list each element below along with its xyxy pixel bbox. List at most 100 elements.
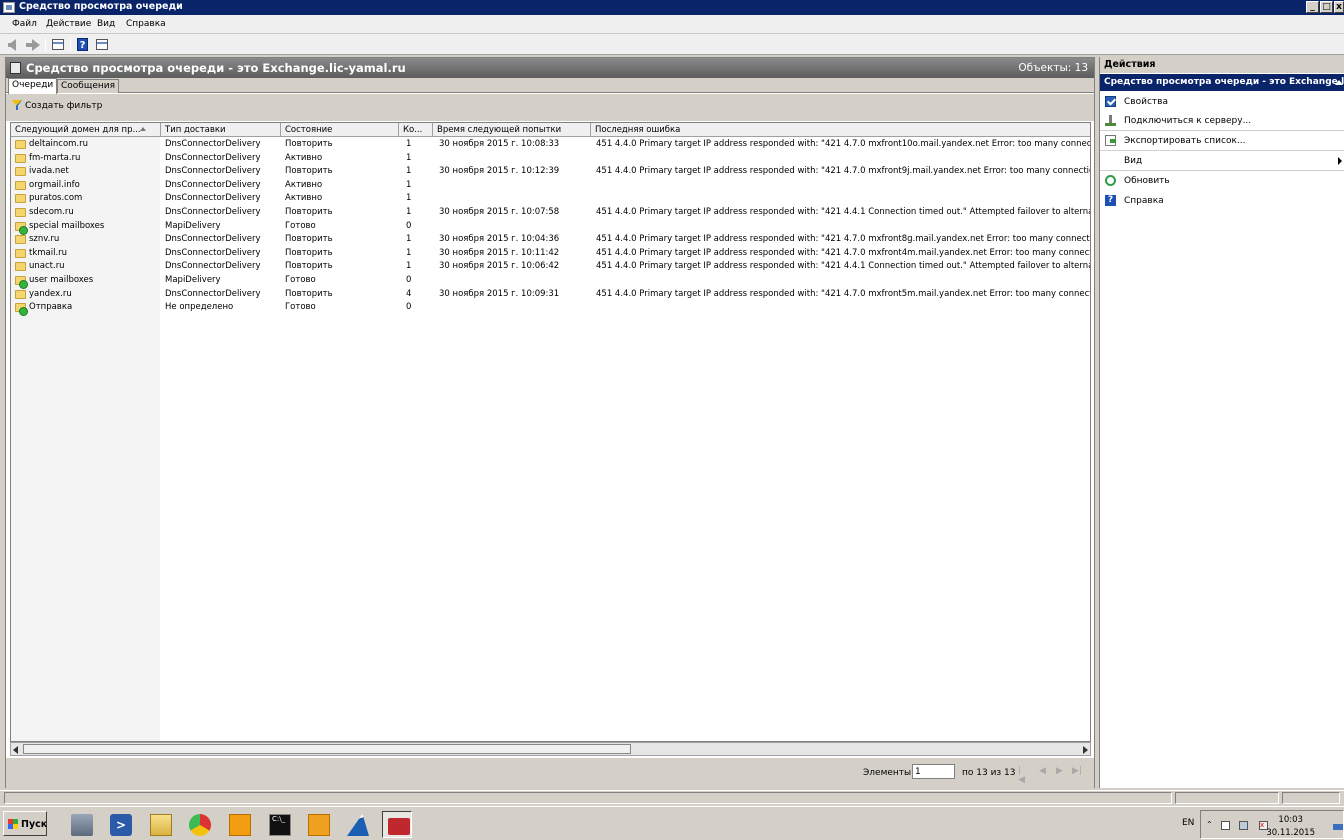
last-page-icon[interactable]: ▶| (1072, 767, 1082, 776)
create-filter-button[interactable]: Создать фильтр (12, 100, 102, 111)
cell-time: 30 ноября 2015 г. 10:09:31 (439, 288, 560, 299)
scrollbar-thumb[interactable] (23, 744, 631, 754)
network-icon[interactable] (1239, 821, 1248, 830)
menu-view[interactable]: Вид (97, 19, 115, 29)
refresh-icon (1105, 175, 1116, 186)
collapse-caret-icon[interactable] (1335, 80, 1343, 85)
taskbar-chrome[interactable] (184, 811, 214, 838)
table-row[interactable]: Отправка Не определено Готово 0 (11, 301, 1090, 317)
queue-folder-icon (15, 289, 26, 299)
first-page-icon[interactable]: |◀ (1018, 767, 1027, 785)
cell-domain: puratos.com (29, 193, 83, 204)
actions-section-header[interactable]: Средство просмотра очереди - это Exchang… (1100, 74, 1344, 91)
taskbar-exchange-shell[interactable] (303, 811, 333, 838)
cell-count: 1 (406, 166, 412, 177)
action-help[interactable]: ? Справка (1100, 192, 1344, 211)
cell-type: DnsConnectorDelivery (165, 166, 261, 177)
action-properties[interactable]: Свойства (1100, 93, 1344, 112)
column-header-last-error[interactable]: Последняя ошибка (591, 123, 1090, 137)
action-connect-server[interactable]: Подключиться к серверу... (1100, 112, 1344, 131)
scroll-right-icon[interactable] (1083, 746, 1088, 754)
scroll-left-icon[interactable] (13, 746, 18, 754)
table-row[interactable]: yandex.ru DnsConnectorDelivery Повторить 4 3… (11, 288, 1090, 302)
table-row[interactable]: puratos.com DnsConnectorDelivery Активно 1 (11, 192, 1090, 206)
close-button[interactable]: x (1334, 1, 1344, 13)
cell-error: 451 4.4.0 Primary target IP address resp… (596, 139, 1090, 149)
horizontal-scrollbar[interactable] (10, 742, 1091, 756)
cell-state: Повторить (285, 166, 333, 177)
menu-action[interactable]: Действие (46, 19, 91, 29)
page-number-input[interactable] (912, 764, 955, 779)
tray-expand-icon[interactable]: ⌃ (1206, 820, 1215, 829)
minimize-button[interactable]: _ (1306, 1, 1319, 13)
cell-domain: ivada.net (29, 166, 69, 177)
cell-count: 0 (406, 220, 412, 231)
column-header-count[interactable]: Ко... (399, 123, 433, 137)
cell-domain: tkmail.ru (29, 247, 68, 258)
clock[interactable]: 10:03 30.11.2015 (1266, 814, 1315, 840)
table-row[interactable]: unact.ru DnsConnectorDelivery Повторить 1 30… (11, 260, 1090, 274)
show-hide-action-pane-button[interactable] (94, 37, 110, 52)
forward-button[interactable] (25, 37, 41, 52)
cell-time: 30 ноября 2015 г. 10:08:33 (439, 139, 560, 149)
queue-folder-icon (15, 262, 26, 272)
next-page-icon[interactable]: ▶ (1056, 767, 1065, 776)
taskbar-queue-viewer[interactable] (382, 811, 412, 838)
exchange-shell-icon (308, 814, 330, 836)
cell-type: DnsConnectorDelivery (165, 207, 261, 217)
tab-queues[interactable]: Очереди (8, 78, 58, 94)
table-row[interactable]: sdecom.ru DnsConnectorDelivery Повторить 1 3… (11, 206, 1090, 220)
window-title-bar[interactable]: Средство просмотра очереди _ □ x (0, 0, 1344, 15)
action-center-flag-icon[interactable] (1221, 821, 1230, 830)
queue-ready-icon (15, 276, 28, 289)
start-button[interactable]: Пуск (3, 811, 47, 836)
actions-header: Действия (1100, 57, 1344, 73)
column-header-status[interactable]: Состояние (281, 123, 399, 137)
table-row[interactable]: user mailboxes MapiDelivery Готово 0 (11, 274, 1090, 289)
language-indicator[interactable]: EN (1182, 818, 1194, 828)
queue-folder-icon (15, 153, 26, 163)
status-pane-main (4, 792, 1172, 804)
items-label: Элементы (863, 768, 912, 778)
maximize-button[interactable]: □ (1320, 1, 1333, 13)
queue-folder-icon (15, 180, 26, 190)
taskbar-powershell[interactable]: > (105, 811, 135, 838)
table-row[interactable]: orgmail.info DnsConnectorDelivery Активно 1 (11, 179, 1090, 193)
server-manager-icon (71, 814, 93, 836)
queue-grid[interactable]: Следующий домен для пр... Тип доставки С… (10, 122, 1091, 742)
action-export-list[interactable]: Экспортировать список... (1100, 132, 1344, 151)
table-row[interactable]: deltaincom.ru DnsConnectorDelivery Повтори… (11, 138, 1090, 152)
cell-domain: sdecom.ru (29, 207, 74, 217)
column-header-next-domain[interactable]: Следующий домен для пр... (11, 123, 161, 137)
table-row[interactable]: ivada.net DnsConnectorDelivery Повторить 1 3… (11, 165, 1090, 179)
back-button[interactable] (7, 37, 23, 52)
taskbar-exchange-console[interactable] (224, 811, 254, 838)
table-row[interactable]: special mailboxes MapiDelivery Готово 0 (11, 220, 1090, 235)
prev-page-icon[interactable]: ◀ (1039, 767, 1048, 776)
table-row[interactable]: fm-marta.ru DnsConnectorDelivery Активно 1 (11, 152, 1090, 166)
table-row[interactable]: tkmail.ru DnsConnectorDelivery Повторить 1 3… (11, 247, 1090, 261)
tab-messages[interactable]: Сообщения (57, 79, 120, 93)
cell-state: Готово (285, 275, 316, 285)
cell-domain: yandex.ru (29, 288, 72, 299)
action-view[interactable]: Вид (1100, 152, 1344, 171)
table-row[interactable]: sznv.ru DnsConnectorDelivery Повторить 1 30 … (11, 233, 1090, 247)
show-hide-tree-button[interactable] (50, 37, 66, 52)
taskbar-explorer[interactable] (145, 811, 175, 838)
cell-type: DnsConnectorDelivery (165, 139, 261, 149)
objects-count: Объекты: 13 (1018, 62, 1088, 74)
taskbar-cmd[interactable]: C:\_ (264, 811, 294, 838)
column-header-delivery-type[interactable]: Тип доставки (161, 123, 281, 137)
submenu-arrow-icon (1338, 157, 1342, 165)
taskbar-wireshark[interactable] (342, 811, 372, 838)
cell-type: MapiDelivery (165, 220, 221, 231)
column-header-next-retry[interactable]: Время следующей попытки (433, 123, 591, 137)
show-desktop-icon[interactable] (1333, 824, 1343, 830)
taskbar-server-manager[interactable] (66, 811, 96, 838)
action-refresh[interactable]: Обновить (1100, 172, 1344, 191)
menu-file[interactable]: Файл (12, 19, 37, 29)
cell-domain: unact.ru (29, 261, 65, 272)
cell-time: 30 ноября 2015 г. 10:12:39 (439, 166, 560, 177)
menu-help[interactable]: Справка (126, 19, 166, 29)
help-button[interactable]: ? (75, 37, 91, 52)
